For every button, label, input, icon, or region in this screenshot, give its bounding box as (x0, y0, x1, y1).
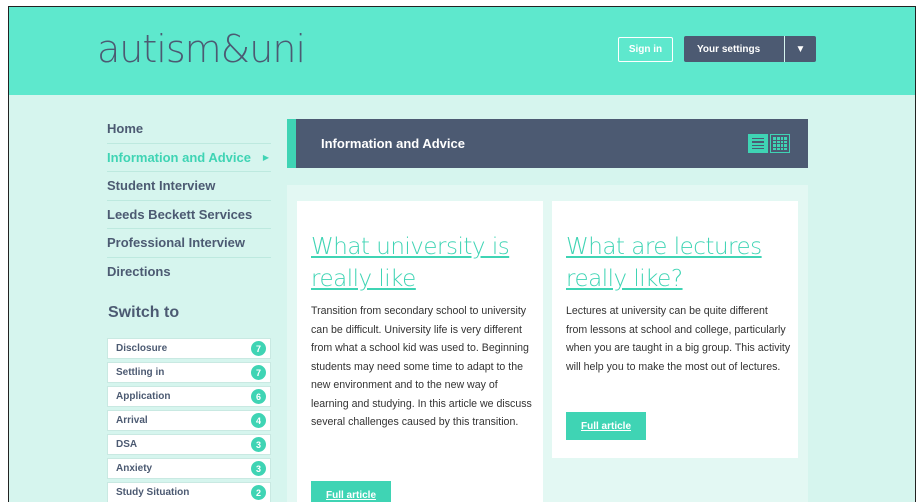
your-settings-button[interactable]: Your settings ▼ (684, 36, 816, 62)
switch-item-study-situation[interactable]: Study Situation 2 (107, 482, 271, 502)
switch-to-heading: Switch to (108, 304, 180, 321)
switch-item-arrival[interactable]: Arrival 4 (107, 410, 271, 431)
count-badge: 7 (251, 341, 266, 356)
site-logo[interactable]: autism&uni (97, 27, 306, 71)
sidebar-item-professional-interview[interactable]: Professional Interview (107, 229, 271, 258)
count-badge: 6 (251, 389, 266, 404)
sidebar-item-leeds-beckett-services[interactable]: Leeds Beckett Services (107, 201, 271, 229)
full-article-button[interactable]: Full article (311, 481, 391, 502)
article-card: What are lectures really like? Lectures … (552, 201, 798, 458)
list-view-icon[interactable] (748, 134, 768, 153)
sidebar-item-information-and-advice[interactable]: Information and Advice ▶ (107, 144, 271, 172)
sidebar-item-directions[interactable]: Directions (107, 258, 271, 287)
switch-to-list: Disclosure 7 Settling in 7 Application 6 Ar… (107, 338, 271, 502)
article-card: What university is really like Transitio… (297, 201, 543, 502)
app-window: autism&uni Sign in Your settings ▼ Home … (8, 6, 916, 502)
article-title-link[interactable]: What are lectures really like? (566, 231, 791, 295)
article-title-link[interactable]: What university is really like (311, 231, 536, 295)
count-badge: 4 (251, 413, 266, 428)
sidebar-item-home[interactable]: Home (107, 115, 271, 144)
site-header: autism&uni Sign in Your settings ▼ (9, 7, 915, 95)
switch-item-dsa[interactable]: DSA 3 (107, 434, 271, 455)
sidebar-nav: Home Information and Advice ▶ Student Int… (107, 115, 271, 286)
article-summary: Transition from secondary school to univ… (311, 305, 532, 428)
sign-in-button[interactable]: Sign in (618, 37, 673, 62)
chevron-right-icon: ▶ (262, 152, 269, 162)
count-badge: 2 (251, 485, 266, 500)
count-badge: 3 (251, 437, 266, 452)
view-toggle-group (748, 134, 790, 153)
section-header: Information and Advice (287, 119, 808, 168)
switch-item-application[interactable]: Application 6 (107, 386, 271, 407)
switch-item-disclosure[interactable]: Disclosure 7 (107, 338, 271, 359)
count-badge: 3 (251, 461, 266, 476)
grid-view-icon[interactable] (770, 134, 790, 153)
sidebar-item-student-interview[interactable]: Student Interview (107, 172, 271, 201)
section-title: Information and Advice (321, 136, 465, 151)
switch-item-settling-in[interactable]: Settling in 7 (107, 362, 271, 383)
count-badge: 7 (251, 365, 266, 380)
chevron-down-icon[interactable]: ▼ (785, 44, 816, 55)
switch-item-anxiety[interactable]: Anxiety 3 (107, 458, 271, 479)
your-settings-label: Your settings (697, 43, 761, 55)
full-article-button[interactable]: Full article (566, 412, 646, 440)
article-summary: Lectures at university can be quite diff… (566, 305, 791, 373)
